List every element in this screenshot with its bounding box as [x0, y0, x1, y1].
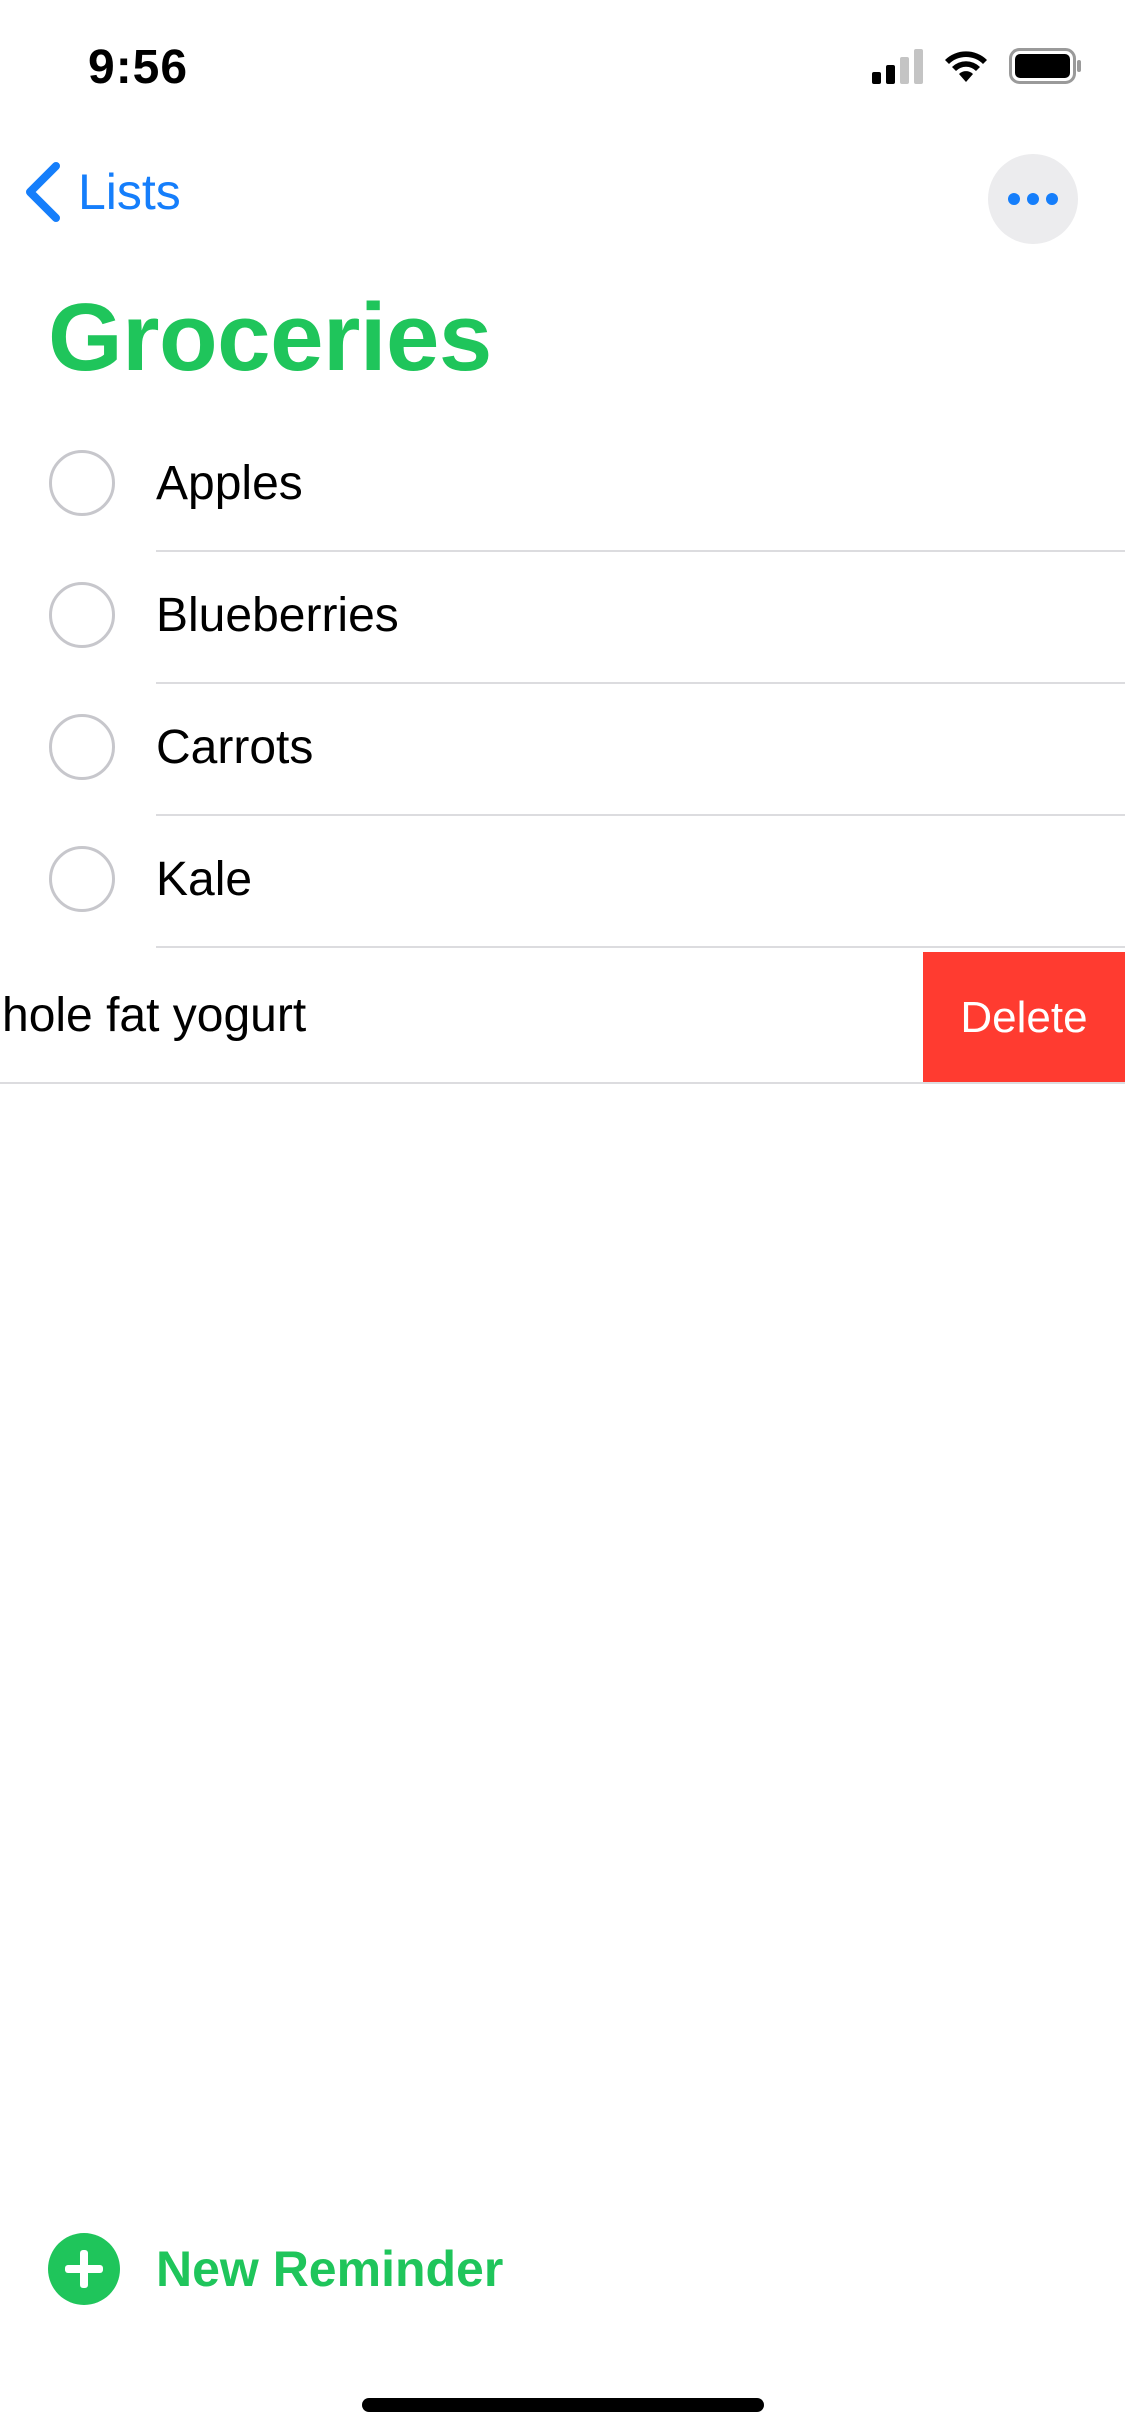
- chevron-left-icon: [26, 162, 60, 222]
- battery-icon: [1009, 48, 1081, 84]
- list-item-label: Kale: [156, 853, 253, 906]
- reminder-list: Apples Blueberries Carrots Kale: [0, 420, 1125, 948]
- completion-circle[interactable]: [49, 450, 115, 516]
- completion-circle[interactable]: [49, 582, 115, 648]
- swiped-item-content: hole fat yogurt: [0, 952, 923, 1084]
- list-item[interactable]: Kale: [0, 816, 1125, 948]
- new-reminder-label: New Reminder: [156, 2241, 504, 2297]
- list-item-label: Blueberries: [156, 589, 399, 642]
- delete-button[interactable]: Delete: [923, 952, 1125, 1084]
- status-time: 9:56: [88, 41, 189, 94]
- cellular-signal-icon: [872, 48, 923, 84]
- home-indicator[interactable]: [362, 2398, 764, 2412]
- ellipsis-dot: [1027, 193, 1039, 205]
- divider: [0, 1082, 1125, 1084]
- completion-circle[interactable]: [49, 714, 115, 780]
- ellipsis-icon: [1008, 193, 1020, 205]
- wifi-icon: [945, 51, 987, 82]
- ellipsis-dot: [1046, 193, 1058, 205]
- status-icons: [872, 48, 1083, 84]
- list-item-label: Apples: [156, 457, 303, 510]
- page-title: Groceries: [48, 284, 492, 391]
- new-reminder-button[interactable]: New Reminder: [48, 2233, 503, 2305]
- list-item[interactable]: Blueberries: [0, 552, 1125, 684]
- back-label: Lists: [78, 164, 181, 220]
- list-item-label: Carrots: [156, 721, 314, 774]
- list-item[interactable]: Apples: [0, 420, 1125, 552]
- swiped-list-item[interactable]: hole fat yogurt Delete: [0, 952, 1125, 1084]
- list-item-label: hole fat yogurt: [2, 989, 307, 1042]
- more-options-button[interactable]: [988, 154, 1078, 244]
- status-bar: 9:56: [0, 0, 1125, 140]
- divider: [156, 946, 1125, 948]
- plus-circle-icon: [48, 2233, 120, 2305]
- list-item[interactable]: Carrots: [0, 684, 1125, 816]
- back-button[interactable]: Lists: [22, 160, 181, 224]
- completion-circle[interactable]: [49, 846, 115, 912]
